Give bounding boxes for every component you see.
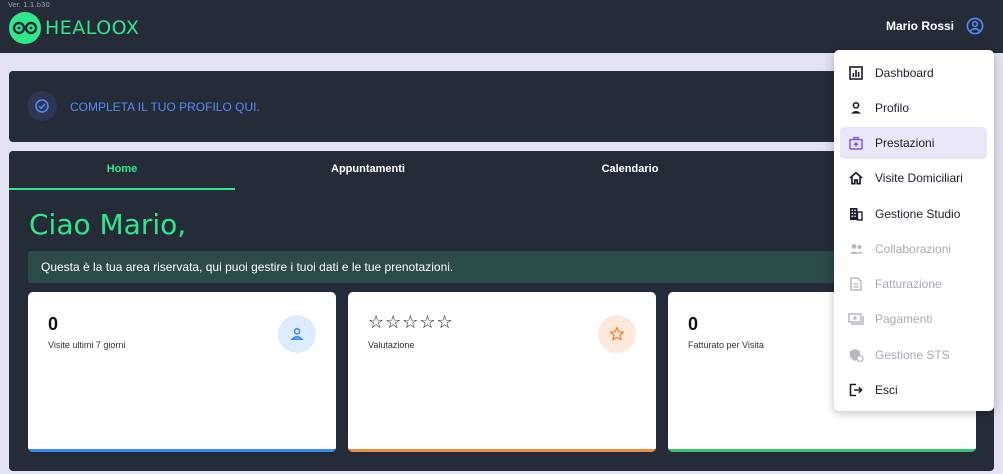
building-icon (848, 206, 864, 222)
person-icon (278, 315, 316, 353)
stat-value: 0 (48, 314, 59, 334)
menu-label: Profilo (875, 101, 910, 115)
invoice-icon (848, 276, 864, 292)
menu-item-fatturazione[interactable]: Fatturazione (840, 268, 987, 300)
payment-icon (848, 311, 864, 327)
top-bar: Ver. 1.1.b30 HEALOOX Mario Rossi (0, 0, 1003, 53)
stat-accent-bar (348, 449, 656, 452)
home-icon (848, 170, 864, 186)
logo-mark-icon (9, 12, 41, 44)
stat-label: Fatturato per Visita (688, 340, 764, 350)
menu-label: Visite Domiciliari (875, 171, 963, 185)
stat-label: Visite ultimi 7 giorni (48, 340, 126, 350)
menu-item-profilo[interactable]: Profilo (840, 92, 987, 124)
menu-item-dashboard[interactable]: Dashboard (840, 57, 987, 89)
menu-label: Gestione STS (875, 348, 950, 362)
rating-stars: ☆☆☆☆☆ (368, 312, 454, 332)
menu-label: Esci (875, 383, 898, 397)
menu-label: Pagamenti (875, 312, 933, 326)
active-tab-indicator (9, 188, 235, 190)
user-name[interactable]: Mario Rossi (886, 19, 954, 33)
stat-value: 0 (688, 314, 699, 334)
menu-label: Collaborazioni (875, 242, 952, 256)
star-icon (598, 315, 636, 353)
medical-bag-icon (848, 135, 864, 151)
tab-calendario[interactable]: Calendario (517, 163, 743, 175)
version-label: Ver. 1.1.b30 (8, 1, 50, 9)
menu-item-pagamenti[interactable]: Pagamenti (840, 303, 987, 335)
stat-card-visits: 0 Visite ultimi 7 giorni (28, 292, 336, 452)
complete-profile-link[interactable]: COMPLETA IL TUO PROFILO QUI. (70, 100, 260, 114)
stat-accent-bar (28, 449, 336, 452)
menu-label: Dashboard (875, 66, 934, 80)
verified-badge-icon (27, 91, 57, 121)
info-message: Questa è la tua area riservata, qui puoi… (41, 260, 454, 274)
stat-accent-bar (668, 449, 976, 452)
menu-label: Gestione Studio (875, 207, 961, 221)
greeting-heading: Ciao Mario, (29, 208, 187, 241)
user-menu: Dashboard Profilo Prestazioni Visite Dom… (834, 50, 994, 411)
group-icon (848, 241, 864, 257)
logo-text: HEALOOX (45, 17, 140, 39)
menu-item-gestione-sts[interactable]: Gestione STS (840, 339, 987, 371)
stat-label: Valutazione (368, 340, 415, 350)
stat-card-rating: ☆☆☆☆☆ Valutazione (348, 292, 656, 452)
sts-icon (848, 347, 864, 363)
tab-appuntamenti[interactable]: Appuntamenti (255, 163, 481, 175)
menu-item-prestazioni[interactable]: Prestazioni (840, 127, 987, 159)
user-account-icon[interactable] (966, 17, 984, 35)
logout-icon (848, 382, 864, 398)
person-icon (848, 100, 864, 116)
menu-item-visite-domiciliari[interactable]: Visite Domiciliari (840, 162, 987, 194)
menu-item-collaborazioni[interactable]: Collaborazioni (840, 233, 987, 265)
menu-item-gestione-studio[interactable]: Gestione Studio (840, 198, 987, 230)
menu-label: Prestazioni (875, 136, 935, 150)
tab-home[interactable]: Home (9, 163, 235, 175)
logo[interactable]: HEALOOX (9, 12, 139, 44)
menu-item-esci[interactable]: Esci (840, 374, 987, 406)
chart-icon (848, 65, 864, 81)
menu-label: Fatturazione (875, 277, 942, 291)
